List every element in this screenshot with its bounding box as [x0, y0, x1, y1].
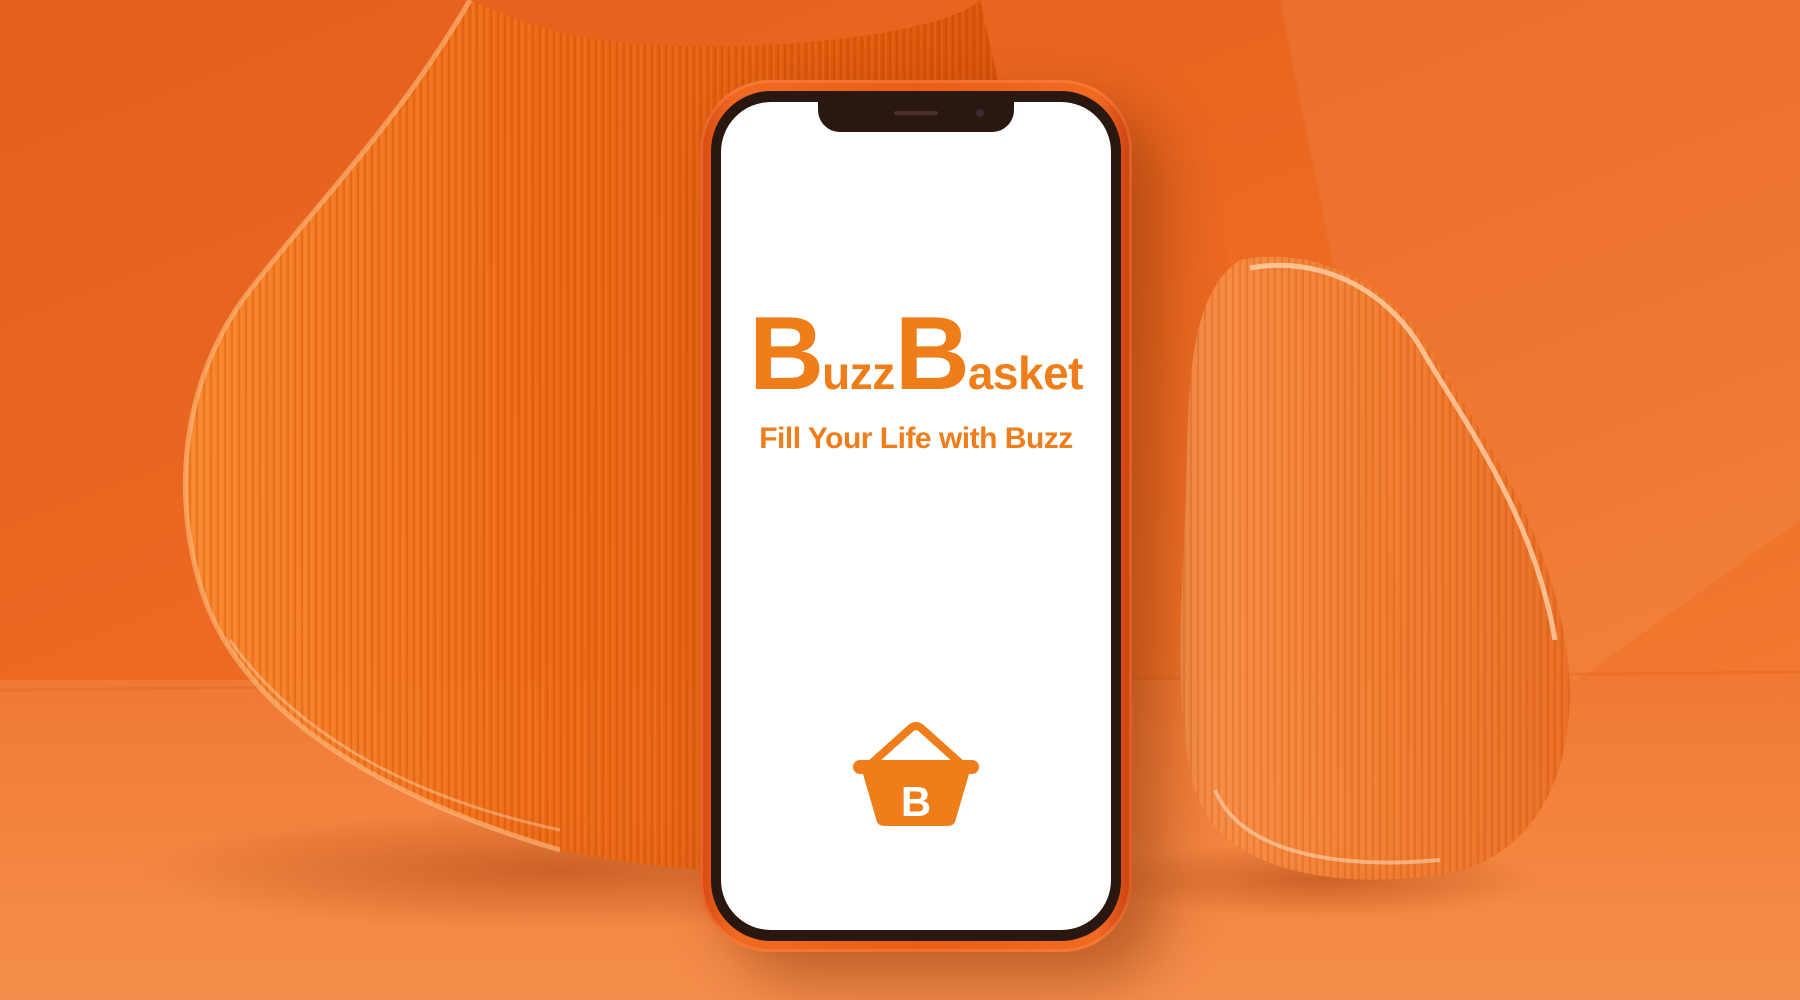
- brand-second-rest: asket: [967, 347, 1084, 399]
- phone-screen: BuzzBasket Fill Your Life with Buzz B: [721, 102, 1111, 930]
- logo-letter: B: [901, 778, 931, 825]
- brand-first-rest: uzz: [822, 347, 895, 399]
- brand-word-second: Basket: [895, 302, 1084, 406]
- brand-first-initial: B: [749, 296, 824, 412]
- basket-icon: B: [853, 722, 979, 826]
- front-camera: [976, 109, 984, 117]
- phone-notch: [818, 102, 1014, 132]
- promo-scene: BuzzBasket Fill Your Life with Buzz B: [0, 0, 1800, 1000]
- speaker-grille: [894, 111, 938, 115]
- brand-logotype: BuzzBasket: [721, 302, 1111, 406]
- tagline: Fill Your Life with Buzz: [759, 422, 1073, 455]
- phone-mockup: BuzzBasket Fill Your Life with Buzz B: [700, 80, 1132, 952]
- brand-second-initial: B: [894, 296, 970, 412]
- brand-word-first: Buzz: [749, 302, 895, 406]
